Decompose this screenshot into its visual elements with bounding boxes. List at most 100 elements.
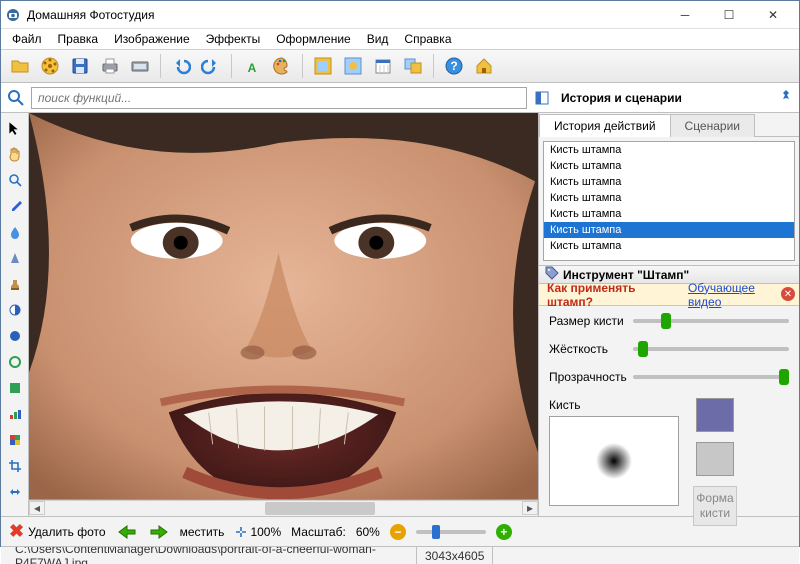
zoom-out-button[interactable]: − [390, 524, 406, 540]
search-icon [7, 89, 25, 107]
help-video-link[interactable]: Обучающее видео [688, 281, 791, 309]
delete-photo-button[interactable]: ✖Удалить фото [9, 521, 106, 542]
blur-tool[interactable] [6, 249, 24, 267]
stamp-tool[interactable] [6, 275, 24, 293]
color-tool[interactable] [6, 431, 24, 449]
canvas-area: ◂ ▸ [29, 113, 539, 516]
brush-shape-button[interactable]: Формакисти [693, 486, 737, 526]
curves-tool[interactable] [6, 379, 24, 397]
main-toolbar: A ? [1, 49, 799, 83]
cursor-tool[interactable] [6, 119, 24, 137]
zoom-slider[interactable] [416, 530, 486, 534]
menu-image[interactable]: Изображение [107, 30, 197, 48]
scroll-left[interactable]: ◂ [29, 501, 45, 515]
search-row: История и сценарии [1, 83, 799, 113]
menu-edit[interactable]: Правка [51, 30, 106, 48]
tool-properties: Размер кисти Жёсткость Прозрачность Кист… [539, 306, 799, 534]
history-item[interactable]: Кисть штампа [544, 142, 794, 158]
undo-button[interactable] [168, 53, 194, 79]
frame-button[interactable] [310, 53, 336, 79]
menu-help[interactable]: Справка [397, 30, 458, 48]
scroll-right[interactable]: ▸ [522, 501, 538, 515]
brush-size-slider[interactable] [633, 319, 789, 323]
horizontal-scrollbar[interactable]: ◂ ▸ [29, 500, 538, 516]
opacity-slider[interactable] [633, 375, 789, 379]
open-button[interactable] [7, 53, 33, 79]
menubar: Файл Правка Изображение Эффекты Оформлен… [1, 29, 799, 49]
menu-view[interactable]: Вид [360, 30, 396, 48]
calendar-button[interactable] [370, 53, 396, 79]
status-dimensions: 3043x4605 [417, 547, 493, 564]
svg-text:A: A [248, 61, 257, 75]
right-panel-title: История и сценарии [561, 91, 773, 105]
scan-button[interactable] [127, 53, 153, 79]
crop-tool[interactable] [6, 457, 24, 475]
prev-image-button[interactable] [116, 523, 138, 541]
image-canvas[interactable] [29, 113, 538, 500]
help-close-icon[interactable]: ✕ [781, 287, 795, 301]
hand-tool[interactable] [6, 145, 24, 163]
save-button[interactable] [67, 53, 93, 79]
saturation-tool[interactable] [6, 353, 24, 371]
pin-button[interactable] [779, 89, 793, 106]
zoom-100-icon[interactable]: 100% [234, 525, 281, 539]
tab-scenarios[interactable]: Сценарии [670, 114, 755, 137]
search-input[interactable] [31, 87, 527, 109]
zoom-tool[interactable] [6, 171, 24, 189]
history-list[interactable]: Кисть штампа Кисть штампа Кисть штампа К… [543, 141, 795, 261]
close-button[interactable]: ✕ [751, 2, 795, 28]
history-item[interactable]: Кисть штампа [544, 206, 794, 222]
app-icon [5, 7, 21, 23]
history-item[interactable]: Кисть штампа [544, 238, 794, 254]
status-bar: C:\Users\ContentManager\Downloads\portra… [1, 546, 799, 564]
zoom-in-button[interactable]: + [496, 524, 512, 540]
eyedropper-tool[interactable] [6, 197, 24, 215]
palette-button[interactable] [269, 53, 295, 79]
history-item[interactable]: Кисть штампа [544, 190, 794, 206]
background-color-swatch[interactable] [696, 442, 734, 476]
redo-button[interactable] [198, 53, 224, 79]
brush-preview[interactable] [549, 416, 679, 506]
history-item[interactable]: Кисть штампа [544, 158, 794, 174]
history-item-selected[interactable]: Кисть штампа [544, 222, 794, 238]
next-image-button[interactable] [148, 523, 170, 541]
menu-decoration[interactable]: Оформление [269, 30, 357, 48]
menu-file[interactable]: Файл [5, 30, 49, 48]
panel-toggle-icon[interactable] [533, 89, 551, 107]
foreground-color-swatch[interactable] [696, 398, 734, 432]
print-button[interactable] [97, 53, 123, 79]
tab-history[interactable]: История действий [539, 114, 671, 137]
home-button[interactable] [471, 53, 497, 79]
menu-effects[interactable]: Эффекты [199, 30, 268, 48]
titlebar: Домашняя Фотостудия ─ ☐ ✕ [1, 1, 799, 29]
toolbar-sep4 [433, 54, 434, 78]
brightness-tool[interactable] [6, 327, 24, 345]
tool-panel-title: Инструмент "Штамп" [563, 268, 689, 282]
scale-label: Масштаб: [291, 525, 346, 539]
contrast-tool[interactable] [6, 301, 24, 319]
film-button[interactable] [37, 53, 63, 79]
maximize-button[interactable]: ☐ [707, 2, 751, 28]
opacity-label: Прозрачность [549, 370, 627, 384]
status-filepath: C:\Users\ContentManager\Downloads\portra… [7, 547, 417, 564]
help-button[interactable]: ? [441, 53, 467, 79]
history-item[interactable]: Кисть штампа [544, 174, 794, 190]
delete-icon: ✖ [9, 521, 24, 542]
scroll-thumb[interactable] [265, 502, 375, 515]
collage-button[interactable] [400, 53, 426, 79]
droplet-tool[interactable] [6, 223, 24, 241]
minimize-button[interactable]: ─ [663, 2, 707, 28]
help-question: Как применять штамп? [547, 281, 684, 309]
tool-strip [1, 113, 29, 516]
scale-value: 60% [356, 525, 380, 539]
main-area: ◂ ▸ История действий Сценарии Кисть штам… [1, 113, 799, 516]
fit-label[interactable]: местить [180, 525, 225, 539]
toolbar-sep [160, 54, 161, 78]
toolbar-sep2 [231, 54, 232, 78]
mask-button[interactable] [340, 53, 366, 79]
svg-text:?: ? [450, 59, 457, 73]
hardness-slider[interactable] [633, 347, 789, 351]
resize-tool[interactable] [6, 483, 24, 501]
levels-tool[interactable] [6, 405, 24, 423]
text-button[interactable]: A [239, 53, 265, 79]
